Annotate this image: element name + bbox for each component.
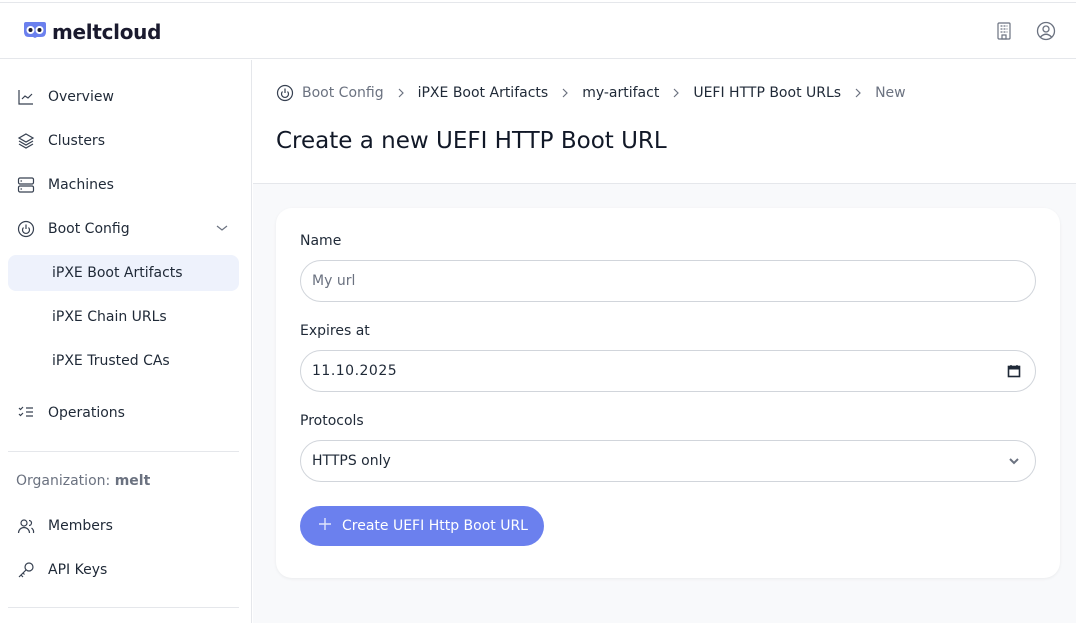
sidebar-item-clusters[interactable]: Clusters [8, 123, 239, 159]
page-title: Create a new UEFI HTTP Boot URL [276, 128, 667, 154]
main-content: Boot Config iPXE Boot Artifacts my-artif… [253, 60, 1076, 623]
list-checks-icon [16, 403, 36, 423]
breadcrumb-uefi-http-boot-urls[interactable]: UEFI HTTP Boot URLs [693, 85, 841, 101]
building-icon[interactable] [994, 21, 1014, 41]
sidebar-divider [8, 451, 239, 452]
protocols-select[interactable]: HTTPS only [300, 440, 1036, 482]
expires-at-label: Expires at [300, 323, 370, 339]
expires-at-date-input[interactable]: 11.10.2025 [300, 350, 1036, 392]
layers-icon [16, 131, 36, 151]
expires-at-value: 11.10.2025 [312, 363, 398, 379]
breadcrumb: Boot Config iPXE Boot Artifacts my-artif… [276, 84, 906, 102]
chevron-right-icon [671, 87, 681, 99]
logo[interactable]: meltcloud [22, 20, 161, 44]
name-label: Name [300, 233, 342, 249]
breadcrumb-boot-config[interactable]: Boot Config [302, 85, 384, 101]
sidebar-item-label: Clusters [48, 133, 105, 149]
chevron-right-icon [396, 87, 406, 99]
sidebar: Overview Clusters Machines Boot Config i… [0, 60, 252, 623]
breadcrumb-my-artifact[interactable]: my-artifact [582, 85, 659, 101]
user-circle-icon[interactable] [1036, 21, 1056, 41]
chevron-down-icon[interactable] [215, 221, 229, 239]
plus-icon [318, 517, 332, 535]
app-name: meltcloud [52, 20, 162, 44]
sidebar-item-ipxe-trusted-cas[interactable]: iPXE Trusted CAs [8, 343, 239, 379]
name-placeholder: My url [312, 273, 356, 289]
owl-logo-icon [22, 21, 48, 43]
create-button-label: Create UEFI Http Boot URL [342, 518, 528, 534]
sidebar-item-label: Operations [48, 405, 125, 421]
sidebar-item-label: API Keys [48, 562, 108, 578]
server-icon [16, 175, 36, 195]
sidebar-item-operations[interactable]: Operations [8, 395, 239, 431]
sidebar-divider [8, 607, 239, 608]
page-header: Boot Config iPXE Boot Artifacts my-artif… [253, 60, 1076, 184]
key-icon [16, 560, 36, 580]
breadcrumb-new: New [875, 85, 906, 101]
organization-label: Organization: melt [16, 473, 150, 489]
sidebar-item-label: Boot Config [48, 221, 130, 237]
sidebar-item-label: Overview [48, 89, 114, 105]
sidebar-item-label: iPXE Trusted CAs [52, 353, 170, 369]
protocols-label: Protocols [300, 413, 364, 429]
users-icon [16, 516, 36, 536]
organization-name: melt [114, 473, 151, 489]
create-form-card: Name My url Expires at 11.10.2025 Protoc… [276, 208, 1060, 578]
organization-prefix: Organization: [16, 473, 111, 489]
sidebar-item-label: iPXE Boot Artifacts [52, 265, 183, 281]
name-input[interactable]: My url [300, 260, 1036, 302]
sidebar-item-machines[interactable]: Machines [8, 167, 239, 203]
chevron-right-icon [560, 87, 570, 99]
sidebar-item-label: Members [48, 518, 113, 534]
sidebar-item-label: iPXE Chain URLs [52, 309, 167, 325]
chevron-down-icon [1005, 452, 1023, 470]
app-header: meltcloud [0, 3, 1076, 59]
calendar-icon[interactable] [1005, 362, 1023, 380]
sidebar-item-overview[interactable]: Overview [8, 79, 239, 115]
sidebar-item-label: Machines [48, 177, 114, 193]
create-uefi-http-boot-url-button[interactable]: Create UEFI Http Boot URL [300, 506, 544, 546]
chevron-right-icon [853, 87, 863, 99]
sidebar-item-members[interactable]: Members [8, 508, 239, 544]
breadcrumb-ipxe-boot-artifacts[interactable]: iPXE Boot Artifacts [418, 85, 549, 101]
sidebar-item-ipxe-chain-urls[interactable]: iPXE Chain URLs [8, 299, 239, 335]
power-icon [276, 84, 294, 102]
chart-line-icon [16, 87, 36, 107]
sidebar-item-api-keys[interactable]: API Keys [8, 552, 239, 588]
sidebar-item-boot-config[interactable]: Boot Config [8, 211, 239, 247]
protocols-value: HTTPS only [312, 453, 391, 469]
power-icon [16, 219, 36, 239]
sidebar-item-ipxe-boot-artifacts[interactable]: iPXE Boot Artifacts [8, 255, 239, 291]
